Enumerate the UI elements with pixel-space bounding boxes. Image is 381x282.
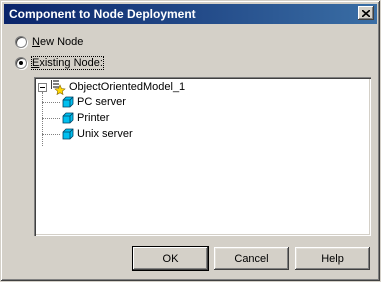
help-button-label: Help — [321, 252, 344, 265]
existing-node-option[interactable]: Existing Node: — [15, 55, 104, 71]
collapse-toggle-icon[interactable] — [38, 82, 47, 92]
title-bar[interactable]: Component to Node Deployment — [4, 4, 377, 24]
node-cube-icon — [62, 128, 74, 140]
model-icon — [51, 80, 66, 95]
node-tree[interactable]: ObjectOrientedModel_1 PC server Printer — [34, 77, 371, 236]
node-cube-icon — [62, 96, 74, 108]
ok-button[interactable]: OK — [133, 247, 208, 270]
new-node-radio[interactable] — [15, 36, 27, 48]
existing-node-label: Existing Node: — [31, 56, 104, 70]
tree-item-printer[interactable]: Printer — [42, 110, 109, 126]
window-title: Component to Node Deployment — [9, 7, 196, 21]
cancel-button[interactable]: Cancel — [214, 247, 289, 270]
node-cube-icon — [62, 112, 74, 124]
tree-item-unix-server[interactable]: Unix server — [42, 126, 133, 142]
ok-button-label: OK — [162, 252, 179, 265]
tree-item-label: PC server — [77, 96, 126, 108]
cancel-button-label: Cancel — [234, 252, 269, 265]
help-button[interactable]: Help — [295, 247, 370, 270]
tree-item-pc-server[interactable]: PC server — [42, 94, 126, 110]
tree-root-item[interactable]: ObjectOrientedModel_1 — [38, 79, 185, 95]
close-icon — [362, 9, 370, 17]
tree-item-label: Printer — [77, 112, 110, 124]
tree-item-label: Unix server — [77, 128, 133, 140]
deployment-dialog: Component to Node Deployment New Node Ex… — [0, 0, 381, 282]
close-button[interactable] — [358, 6, 374, 20]
tree-root-label: ObjectOrientedModel_1 — [69, 81, 186, 93]
existing-node-radio[interactable] — [15, 57, 27, 69]
new-node-option[interactable]: New Node — [15, 34, 83, 50]
new-node-label: New Node — [32, 36, 84, 48]
